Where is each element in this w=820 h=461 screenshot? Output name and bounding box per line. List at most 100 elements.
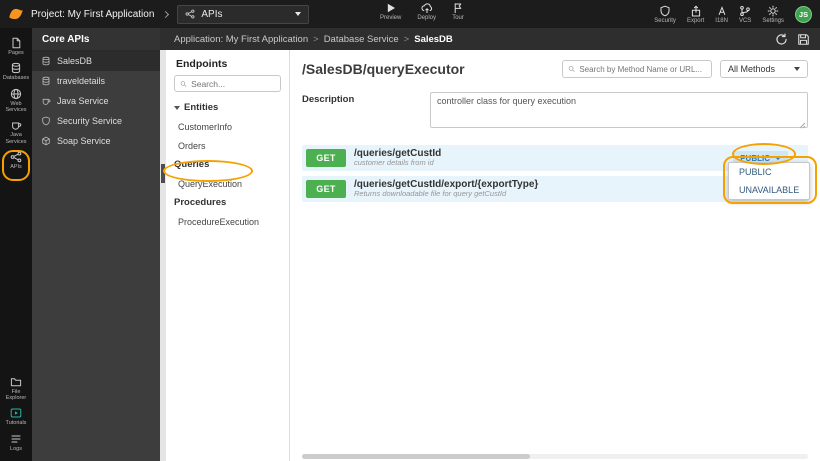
caret-down-icon: [775, 156, 781, 160]
preview-button[interactable]: Preview: [380, 2, 401, 21]
service-item-soap-service[interactable]: Soap Service: [32, 131, 160, 151]
caret-down-icon: [295, 12, 302, 16]
rail-label: Tutorials: [5, 420, 27, 427]
services-panel: Core APIs SalesDB traveldetails Java Ser…: [32, 28, 160, 461]
refresh-icon[interactable]: [775, 33, 788, 46]
left-nav-rail: Pages Databases Web Services Java Servic…: [0, 28, 32, 461]
sidebar-item-file-explorer[interactable]: File Explorer: [0, 373, 32, 405]
api-row-texts: /queries/getCustId/export/{exportType} R…: [354, 179, 538, 199]
tree-item-procedureexecution[interactable]: ProcedureExecution: [166, 212, 289, 231]
methods-filter-label: All Methods: [728, 64, 776, 74]
cube-icon: [41, 136, 51, 146]
api-row-texts: /queries/getCustId customer details from…: [354, 148, 441, 168]
page-icon: [10, 37, 22, 49]
gear-icon: [767, 5, 779, 17]
settings-button[interactable]: Settings: [762, 5, 784, 24]
tree-section-label: Procedures: [174, 197, 227, 208]
database-icon: [41, 76, 51, 86]
export-button[interactable]: Export: [687, 5, 704, 24]
service-label: Soap Service: [57, 136, 111, 146]
rail-label: Java Services: [5, 132, 27, 145]
service-item-traveldetails[interactable]: traveldetails: [32, 71, 160, 91]
deploy-icon: [421, 2, 433, 14]
page-title: /SalesDB/queryExecutor: [302, 61, 465, 77]
rail-label: File Explorer: [5, 388, 27, 402]
security-button[interactable]: Security: [654, 5, 676, 24]
database-icon: [10, 62, 22, 74]
rail-label: Logs: [10, 445, 22, 452]
sidebar-item-web-services[interactable]: Web Services: [0, 85, 32, 117]
topbar-right-tools: Security Export I18N VCS Settings JS: [654, 5, 812, 24]
caret-down-icon: [794, 67, 800, 71]
tree-section-entities[interactable]: Entities: [166, 98, 289, 117]
preview-label: Preview: [380, 15, 402, 21]
header-controls: All Methods: [562, 60, 808, 78]
sidebar-item-java-services[interactable]: Java Services: [0, 116, 32, 148]
tree-section-label: Queries: [174, 159, 210, 170]
description-textarea[interactable]: controller class for query execution: [430, 92, 808, 128]
i18n-button[interactable]: I18N: [715, 5, 728, 24]
sidebar-item-pages[interactable]: Pages: [0, 34, 32, 59]
deploy-button[interactable]: Deploy: [417, 2, 436, 21]
method-badge-get: GET: [306, 180, 346, 198]
i18n-label: I18N: [715, 17, 728, 24]
rail-label: Databases: [2, 75, 30, 82]
resize-handle-icon[interactable]: [799, 122, 806, 129]
sidebar-item-databases[interactable]: Databases: [0, 59, 32, 84]
method-search[interactable]: [562, 60, 712, 78]
api-icon: [10, 151, 22, 163]
endpoints-search-input[interactable]: [191, 78, 275, 89]
top-bar: Project: My First Application APIs Previ…: [0, 0, 820, 28]
sidebar-item-apis[interactable]: APIs: [0, 148, 32, 173]
security-label: Security: [654, 17, 676, 24]
description-field-wrap: controller class for query execution: [430, 92, 808, 133]
vcs-button[interactable]: VCS: [739, 5, 751, 24]
vcs-label: VCS: [738, 17, 752, 24]
tutorial-video-icon: [10, 407, 22, 419]
service-label: Security Service: [57, 116, 123, 126]
panel-scrollbar[interactable]: [160, 50, 166, 461]
horizontal-scrollbar[interactable]: [302, 454, 808, 459]
tree-item-customerinfo[interactable]: CustomerInfo: [166, 117, 289, 136]
breadcrumb: Application: My First Application > Data…: [160, 28, 820, 50]
export-icon: [690, 5, 702, 17]
endpoints-search[interactable]: [174, 75, 281, 92]
branch-icon: [739, 5, 751, 17]
wavemaker-logo-icon[interactable]: [8, 6, 24, 22]
caret-down-icon: [174, 105, 180, 110]
method-search-input[interactable]: [579, 64, 706, 74]
app-window: Project: My First Application APIs Previ…: [0, 0, 820, 461]
tree-section-procedures[interactable]: Procedures: [166, 193, 289, 212]
tour-button[interactable]: Tour: [452, 2, 464, 21]
save-icon[interactable]: [797, 33, 810, 46]
endpoints-panel-title: Endpoints: [176, 58, 228, 70]
tour-label: Tour: [452, 15, 464, 21]
menu-item-public[interactable]: PUBLIC: [729, 163, 809, 181]
export-label: Export: [686, 17, 705, 24]
service-item-security-service[interactable]: Security Service: [32, 111, 160, 131]
tree-item-queryexecution[interactable]: QueryExecution: [166, 174, 289, 193]
methods-filter-dropdown[interactable]: All Methods: [720, 60, 808, 78]
sidebar-item-logs[interactable]: Logs: [0, 430, 32, 455]
workspace-dropdown[interactable]: APIs: [177, 4, 310, 24]
service-label: Java Service: [57, 96, 109, 106]
service-item-salesdb[interactable]: SalesDB: [32, 51, 160, 71]
user-avatar[interactable]: JS: [795, 5, 812, 23]
panel-scrollbar-thumb[interactable]: [161, 164, 165, 183]
service-item-java-service[interactable]: Java Service: [32, 91, 160, 111]
breadcrumb-separator: >: [403, 33, 410, 45]
menu-item-unavailable[interactable]: UNAVAILABLE: [729, 181, 809, 199]
horizontal-scrollbar-thumb[interactable]: [302, 454, 530, 459]
tree-item-orders[interactable]: Orders: [166, 136, 289, 155]
right-region: Application: My First Application > Data…: [160, 28, 820, 461]
breadcrumb-part[interactable]: Application: My First Application: [174, 34, 308, 45]
query-executor-main: /SalesDB/queryExecutor All Methods: [290, 50, 820, 461]
breadcrumb-part[interactable]: Database Service: [324, 34, 399, 45]
breadcrumb-current: SalesDB: [414, 33, 453, 45]
sidebar-item-tutorials[interactable]: Tutorials: [0, 404, 32, 429]
breadcrumb-actions: [775, 33, 810, 46]
settings-label: Settings: [762, 17, 784, 24]
tree-section-queries[interactable]: Queries: [166, 155, 289, 174]
logs-icon: [10, 433, 22, 445]
coffee-icon: [10, 119, 22, 131]
